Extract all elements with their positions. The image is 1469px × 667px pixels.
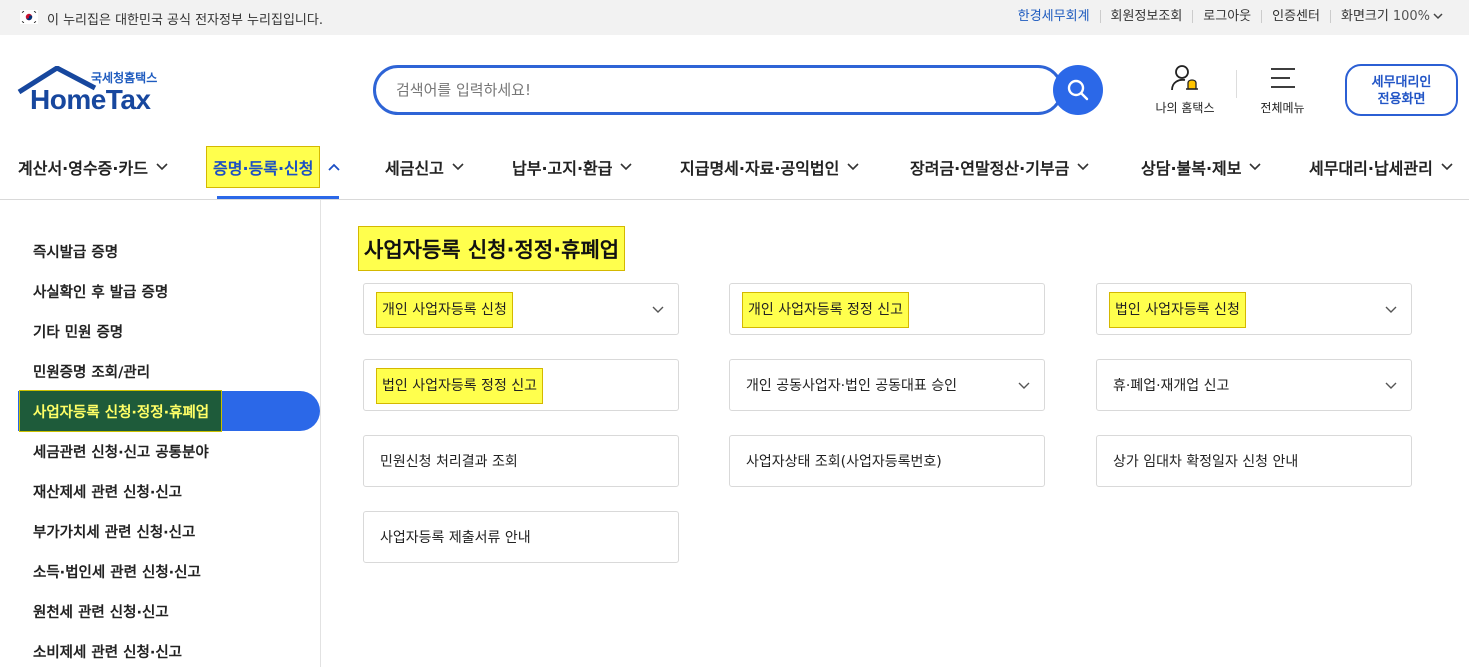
search-icon [1067,79,1089,101]
chevron-down-icon [452,163,464,171]
my-hometax-button[interactable]: 나의 홈택스 [1150,64,1220,116]
chevron-down-icon [620,163,633,171]
chevron-down-icon [1018,382,1030,389]
card-status-lookup[interactable]: 사업자상태 조회(사업자등록번호) [729,435,1045,487]
user-bell-icon [1171,65,1198,91]
gov-notice: 이 누리집은 대한민국 공식 전자정부 누리집입니다. [47,13,323,28]
chevron-down-icon [1385,306,1397,313]
card-label: 상가 임대차 확정일자 신청 안내 [1113,454,1299,470]
chevron-down-icon [847,163,859,171]
my-hometax-label: 나의 홈택스 [1155,101,1215,115]
chevron-down-icon [1441,163,1453,171]
side-item-business-registration[interactable]: 사업자등록 신청·정정·휴폐업 [19,390,223,432]
card-documents-guide[interactable]: 사업자등록 제출서류 안내 [363,511,679,563]
gnb-item-payment[interactable]: 납부·고지·환급 [512,135,633,199]
header-divider [1236,70,1237,98]
hometax-logo[interactable]: 국세청홈택스 HomeTax [17,66,172,116]
card-closure-report[interactable]: 휴·폐업·재개업 신고 [1096,359,1412,411]
gnb-item-payment-statement[interactable]: 지급명세·자료·공익법인 [680,135,859,199]
side-nav [0,200,321,667]
card-label: 법인 사업자등록 정정 신고 [376,368,544,404]
chevron-down-icon [1249,163,1262,171]
card-personal-correction[interactable]: 개인 사업자등록 정정 신고 [729,283,1045,335]
gnb-label: 지급명세·자료·공익법인 [680,159,840,178]
gnb-item-consult[interactable]: 상담·불복·제보 [1141,135,1262,199]
link-logout[interactable]: 로그아웃 [1192,10,1261,23]
side-item-income-corp-tax[interactable]: 소득·법인세 관련 신청·신고 [33,561,201,582]
card-label: 개인 사업자등록 정정 신고 [742,292,910,328]
search-button[interactable] [1053,65,1103,115]
search-box [373,65,1063,115]
card-label: 휴·폐업·재개업 신고 [1113,378,1230,394]
gnb-item-tax-agent[interactable]: 세무대리·납세관리 [1309,135,1453,199]
chevron-down-icon [156,163,168,171]
card-result-lookup[interactable]: 민원신청 처리결과 조회 [363,435,679,487]
gnb-item-invoice[interactable]: 계산서·영수증·카드 [18,135,168,199]
tax-agent-screen-button[interactable]: 세무대리인 전용화면 [1345,64,1458,116]
utility-links: 한경세무회계 회원정보조회 로그아웃 인증센터 화면크기 100% [1008,9,1443,24]
card-corporate-registration[interactable]: 법인 사업자등록 신청 [1096,283,1412,335]
card-personal-registration[interactable]: 개인 사업자등록 신청 [363,283,679,335]
gnb-label: 상담·불복·제보 [1141,159,1242,178]
side-item-fact-check-cert[interactable]: 사실확인 후 발급 증명 [33,281,168,302]
card-lease-date-guide[interactable]: 상가 임대차 확정일자 신청 안내 [1096,435,1412,487]
korea-flag-icon [20,10,38,24]
gnb-active-underline [217,196,339,199]
side-item-vat[interactable]: 부가가치세 관련 신청·신고 [33,521,195,542]
card-label: 개인 공동사업자·법인 공동대표 승인 [746,378,957,394]
gov-banner: 이 누리집은 대한민국 공식 전자정부 누리집입니다. 한경세무회계 회원정보조… [0,0,1469,35]
hamburger-menu-icon [1270,68,1295,88]
zoom-select[interactable]: 100% [1393,9,1430,24]
link-member-info[interactable]: 회원정보조회 [1099,10,1193,23]
chevron-down-icon [1077,163,1089,171]
side-item-property-tax[interactable]: 재산제세 관련 신청·신고 [33,481,182,502]
chevron-down-icon [652,306,664,313]
gnb-item-tax-report[interactable]: 세금신고 [385,135,464,199]
chevron-down-icon [1433,13,1443,20]
side-item-consumption-tax[interactable]: 소비제세 관련 신청·신고 [33,641,182,662]
gnb-label: 납부·고지·환급 [512,159,613,178]
main-nav: 계산서·영수증·카드 증명·등록·신청 세금신고 납부·고지·환급 지급명세·자… [0,135,1469,200]
gnb-label: 계산서·영수증·카드 [18,159,148,178]
agent-line2: 전용화면 [1377,91,1426,106]
gnb-label: 세금신고 [385,159,444,178]
side-item-common-tax[interactable]: 세금관련 신청·신고 공통분야 [33,441,209,462]
card-label: 법인 사업자등록 신청 [1109,292,1246,328]
logo-text: HomeTax [30,84,151,115]
all-menu-label: 전체메뉴 [1260,101,1305,115]
gnb-item-certificate[interactable]: 증명·등록·신청 [206,135,341,199]
gnb-label: 증명·등록·신청 [206,146,321,188]
card-label: 사업자상태 조회(사업자등록번호) [746,454,942,470]
card-label: 개인 사업자등록 신청 [376,292,513,328]
chevron-up-icon [328,163,341,171]
side-item-instant-cert[interactable]: 즉시발급 증명 [33,241,118,262]
chevron-down-icon [1385,382,1397,389]
card-label: 민원신청 처리결과 조회 [380,454,518,470]
card-corporate-correction[interactable]: 법인 사업자등록 정정 신고 [363,359,679,411]
gnb-label: 세무대리·납세관리 [1309,159,1433,178]
gnb-label: 장려금·연말정산·기부금 [910,159,1070,178]
gnb-item-incentive[interactable]: 장려금·연말정산·기부금 [910,135,1089,199]
card-joint-approval[interactable]: 개인 공동사업자·법인 공동대표 승인 [729,359,1045,411]
card-label: 사업자등록 제출서류 안내 [380,530,531,546]
link-cert-center[interactable]: 인증센터 [1261,10,1330,23]
zoom-label: 화면크기 [1329,10,1393,23]
side-item-other-cert[interactable]: 기타 민원 증명 [33,321,123,342]
agent-line1: 세무대리인 [1371,74,1432,89]
all-menu-button[interactable]: 전체메뉴 [1255,64,1310,116]
link-company[interactable]: 한경세무회계 [1008,10,1100,23]
side-item-withholding-tax[interactable]: 원천세 관련 신청·신고 [33,601,169,622]
search-input[interactable] [396,79,1036,101]
page-title: 사업자등록 신청·정정·휴폐업 [358,226,626,271]
side-item-cert-lookup[interactable]: 민원증명 조회/관리 [33,361,150,382]
